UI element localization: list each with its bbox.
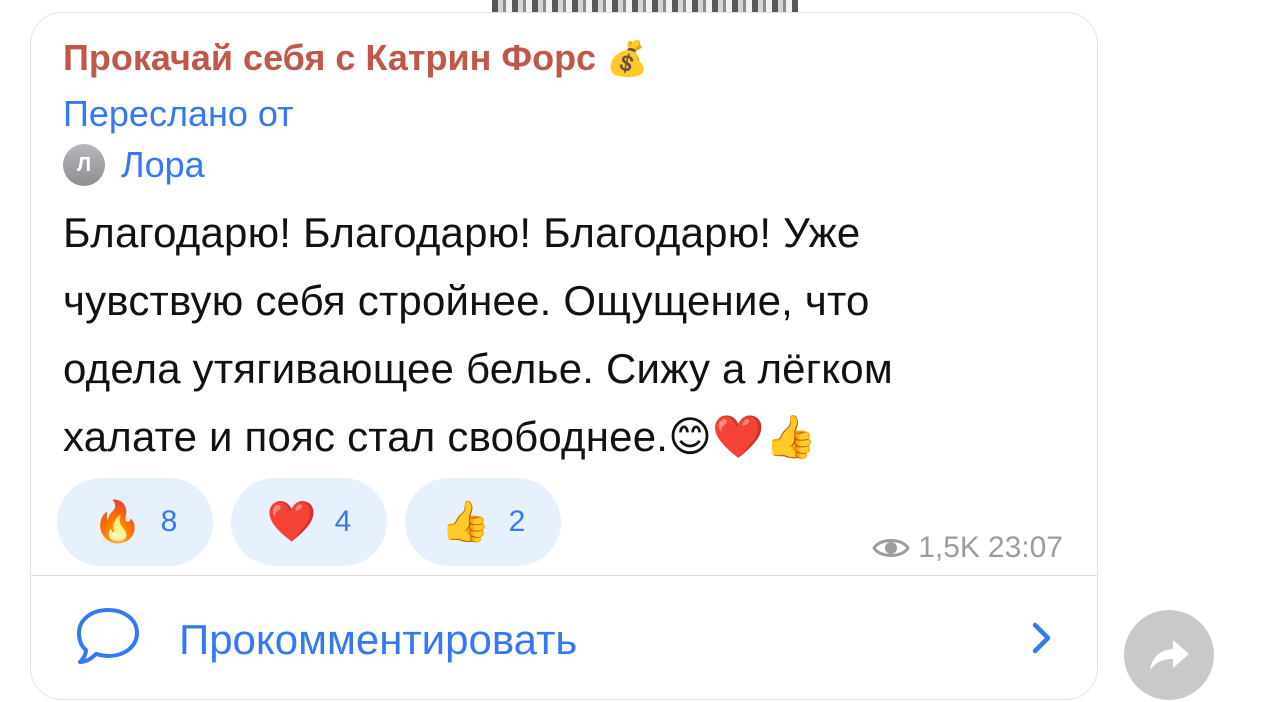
message-line: халате и пояс стал свободнее. <box>63 413 669 460</box>
chevron-right-icon <box>1032 622 1051 654</box>
reaction-heart[interactable]: ❤️ 4 <box>231 478 387 566</box>
channel-title[interactable]: Прокачай себя с Катрин Форс 💰 <box>63 37 648 79</box>
money-bag-icon: 💰 <box>606 39 649 79</box>
forwarded-from-label: Переслано от <box>63 93 294 134</box>
message-line: чувствую себя стройнее. Ощущение, что <box>63 277 870 324</box>
message-time: 23:07 <box>987 531 1063 564</box>
share-arrow-icon <box>1150 640 1189 670</box>
comment-label: Прокомментировать <box>179 616 578 663</box>
heart-icon: ❤️ <box>266 499 317 545</box>
share-button[interactable] <box>1124 610 1214 700</box>
fire-icon: 🔥 <box>92 499 143 545</box>
reaction-count: 8 <box>160 505 178 538</box>
eye-icon <box>872 539 910 557</box>
forwarded-author-name: Лора <box>121 144 205 185</box>
channel-title-text: Прокачай себя с Катрин Форс <box>63 37 597 78</box>
message-emojis: 😊❤️👍 <box>668 412 818 461</box>
reaction-thumbs-up[interactable]: 👍 2 <box>405 478 561 566</box>
comment-bubble-icon <box>77 608 139 664</box>
reaction-fire[interactable]: 🔥 8 <box>57 478 213 566</box>
reaction-count: 2 <box>508 505 526 538</box>
reaction-count: 4 <box>334 505 352 538</box>
views-count: 1,5K <box>918 531 980 564</box>
reactions-bar: 🔥 8 ❤️ 4 👍 2 <box>57 478 561 566</box>
avatar: Л <box>63 144 105 186</box>
thumbs-up-icon: 👍 <box>440 499 491 545</box>
message-bubble: Прокачай себя с Катрин Форс 💰 Переслано о… <box>30 12 1098 700</box>
comment-button[interactable]: Прокомментировать <box>31 576 1097 699</box>
message-line: одела утягивающее белье. Сижу а лёгком <box>63 345 893 392</box>
message-line: Благодарю! Благодарю! Благодарю! Уже <box>63 209 861 256</box>
forwarded-author[interactable]: Л Лора <box>63 141 205 189</box>
message-text: Благодарю! Благодарю! Благодарю! Уже чув… <box>63 199 1083 471</box>
message-meta: 1,5K 23:07 <box>872 531 1063 565</box>
